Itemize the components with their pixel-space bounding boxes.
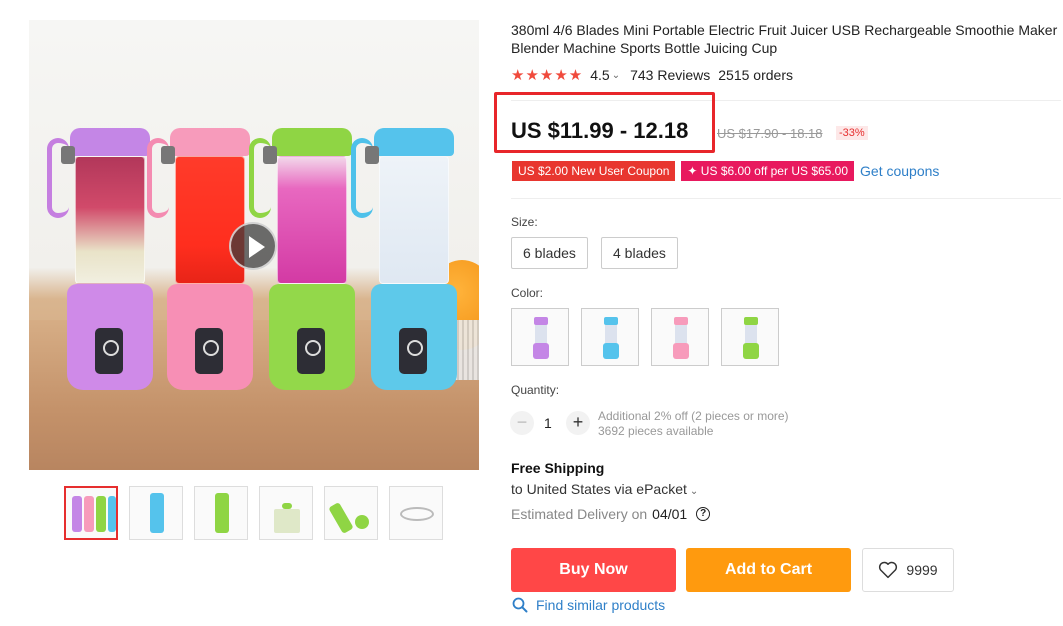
quantity-label: Quantity: [511, 383, 560, 397]
coupon-row: US $2.00 New User Coupon ✦ US $6.00 off … [512, 161, 939, 181]
delivery-label: Estimated Delivery on [511, 506, 648, 522]
delivery-date: 04/01 [652, 506, 688, 522]
size-option-4-blades[interactable]: 4 blades [601, 237, 678, 269]
quantity-increase-button[interactable]: + [566, 411, 590, 435]
thumbnail-strip [64, 486, 443, 540]
orders-count: 2515 orders [718, 67, 793, 83]
original-price: US $17.90 - 18.18 [717, 126, 823, 141]
find-similar-text[interactable]: Find similar products [536, 597, 665, 613]
reviews-count[interactable]: 743 Reviews [630, 67, 710, 83]
shipping-title: Free Shipping [511, 460, 605, 476]
shipping-destination-text[interactable]: to United States via ePacket [511, 481, 687, 497]
bulk-discount-note: Additional 2% off (2 pieces or more) [598, 409, 789, 423]
add-to-cart-button[interactable]: Add to Cart [686, 548, 851, 592]
heart-icon [879, 561, 898, 579]
product-title: 380ml 4/6 Blades Mini Portable Electric … [511, 22, 1058, 56]
get-coupons-link[interactable]: Get coupons [860, 163, 939, 179]
thumbnail-6[interactable] [389, 486, 443, 540]
quantity-decrease-button[interactable]: − [510, 411, 534, 435]
store-coupon[interactable]: ✦ US $6.00 off per US $65.00 [681, 161, 855, 181]
current-price: US $11.99 - 12.18 [511, 118, 689, 143]
estimated-delivery: Estimated Delivery on 04/01 ? [511, 506, 711, 522]
product-main-image[interactable] [29, 20, 479, 470]
new-user-coupon[interactable]: US $2.00 New User Coupon [512, 161, 676, 181]
find-similar-link[interactable]: Find similar products [512, 597, 665, 613]
color-swatch-green[interactable] [721, 308, 779, 366]
thumbnail-5[interactable] [324, 486, 378, 540]
quantity-note: Additional 2% off (2 pieces or more) 369… [598, 409, 789, 439]
rating-row: ★★★★★ 4.5 ⌄ 743 Reviews 2515 orders [511, 66, 793, 84]
green-blender-bottle [249, 128, 357, 390]
thumbnail-1[interactable] [64, 486, 118, 540]
color-swatch-blue[interactable] [581, 308, 639, 366]
shipping-destination[interactable]: to United States via ePacket ⌄ [511, 481, 708, 497]
size-option-6-blades[interactable]: 6 blades [511, 237, 588, 269]
wishlist-count: 9999 [906, 562, 938, 578]
help-icon[interactable]: ? [696, 507, 711, 521]
thumbnail-3[interactable] [194, 486, 248, 540]
color-swatch-purple[interactable] [511, 308, 569, 366]
chevron-down-icon[interactable]: ⌄ [690, 486, 698, 497]
color-swatch-pink[interactable] [651, 308, 709, 366]
buy-now-button[interactable]: Buy Now [511, 548, 676, 592]
thumbnail-2[interactable] [129, 486, 183, 540]
rating-value[interactable]: 4.5 [590, 67, 609, 83]
color-label: Color: [511, 286, 544, 300]
search-icon [512, 597, 528, 613]
discount-badge: -33% [836, 126, 868, 140]
wishlist-button[interactable]: 9999 [862, 548, 954, 592]
stock-available: 3692 pieces available [598, 424, 714, 438]
size-label: Size: [511, 215, 538, 229]
purple-blender-bottle [47, 128, 155, 390]
play-video-icon[interactable] [229, 222, 277, 270]
divider [511, 198, 1061, 199]
blue-blender-bottle [351, 128, 459, 390]
chevron-down-icon[interactable]: ⌄ [612, 70, 620, 81]
thumbnail-4[interactable] [259, 486, 313, 540]
quantity-value[interactable]: 1 [544, 415, 552, 431]
rating-stars-icon: ★★★★★ [511, 67, 584, 84]
